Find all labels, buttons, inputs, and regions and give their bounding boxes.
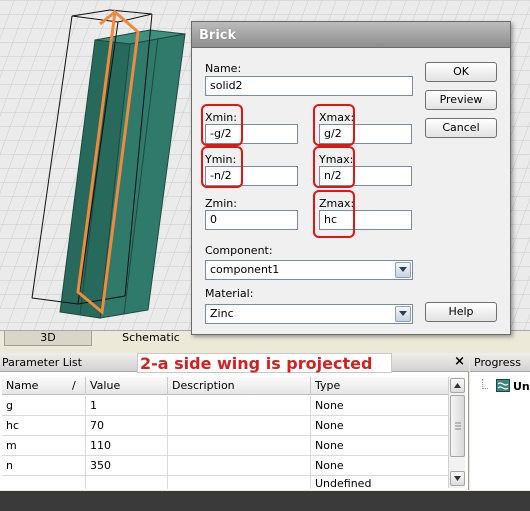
status-bar	[0, 491, 530, 511]
cell-description[interactable]	[168, 456, 311, 476]
parameter-list-panel: Parameter List × 2-a side wing is projec…	[0, 353, 469, 490]
cell-name[interactable]: m	[2, 436, 86, 456]
dialog-title: Brick	[199, 28, 237, 43]
table-row[interactable]: m 110 None	[2, 436, 448, 456]
tree-connector	[482, 379, 488, 389]
column-header-name[interactable]: Name /	[2, 377, 86, 395]
name-field[interactable]: solid2	[205, 76, 413, 96]
preview-button[interactable]: Preview	[425, 90, 497, 110]
dialog-titlebar[interactable]: Brick	[192, 22, 510, 48]
scrollbar-thumb[interactable]	[450, 395, 465, 457]
cell-description[interactable]	[168, 416, 311, 436]
cell-value[interactable]: 1	[86, 396, 168, 416]
table-row[interactable]: hc 70 None	[2, 416, 448, 436]
table-row[interactable]: Undefined	[2, 476, 448, 489]
cell-description[interactable]	[168, 476, 311, 489]
cell-type[interactable]: None	[311, 436, 448, 456]
table-row[interactable]: g 1 None	[2, 396, 448, 416]
progress-item-label[interactable]: Un	[513, 380, 530, 393]
material-select[interactable]: Zinc	[205, 304, 413, 324]
cell-name[interactable]	[2, 476, 86, 489]
cell-description[interactable]	[168, 436, 311, 456]
help-button[interactable]: Help	[425, 302, 497, 322]
zmin-field[interactable]: 0	[205, 210, 298, 230]
progress-panel: Progress Un	[470, 353, 530, 490]
column-header-type[interactable]: Type	[311, 377, 448, 395]
progress-header: Progress	[470, 353, 530, 372]
cell-description[interactable]	[168, 396, 311, 416]
column-header-value[interactable]: Value	[86, 377, 168, 395]
cell-value[interactable]	[86, 476, 168, 489]
cell-value[interactable]: 110	[86, 436, 168, 456]
xmax-highlight	[313, 104, 355, 146]
cell-type[interactable]: None	[311, 416, 448, 436]
cell-name[interactable]: hc	[2, 416, 86, 436]
vertical-scrollbar[interactable]	[448, 377, 465, 488]
ymin-highlight	[201, 146, 243, 188]
cell-value[interactable]: 70	[86, 416, 168, 436]
cell-type[interactable]: None	[311, 456, 448, 476]
chevron-down-icon[interactable]	[395, 306, 411, 322]
annotation-text: 2-a side wing is projected	[137, 353, 392, 373]
component-select[interactable]: component1	[205, 260, 413, 280]
progress-title: Progress	[474, 356, 521, 369]
component-label: Component:	[205, 244, 273, 257]
column-header-description[interactable]: Description	[168, 377, 311, 395]
material-value: Zinc	[210, 307, 234, 320]
tab-schematic[interactable]: Schematic	[96, 331, 206, 346]
chevron-down-icon[interactable]	[395, 262, 411, 278]
solver-icon	[496, 379, 510, 392]
scroll-up-icon[interactable]	[450, 378, 465, 393]
cell-value[interactable]: 350	[86, 456, 168, 476]
ymax-highlight	[313, 146, 355, 188]
xmin-highlight	[201, 104, 243, 146]
ok-button[interactable]: OK	[425, 62, 497, 82]
name-label: Name:	[205, 62, 242, 75]
parameter-list-title: Parameter List	[2, 356, 82, 369]
sort-indicator: /	[72, 379, 76, 392]
zmax-highlight	[313, 190, 355, 238]
scroll-down-icon[interactable]	[450, 471, 465, 486]
zmin-label: Zmin:	[205, 197, 237, 210]
parameter-table-header: Name / Value Description Type	[2, 377, 448, 395]
cell-name[interactable]: g	[2, 396, 86, 416]
material-label: Material:	[205, 287, 254, 300]
cell-type[interactable]: Undefined	[311, 478, 448, 490]
brick-dialog: Brick Name: solid2 Xmin: -g/2 Xmax: g/2 …	[191, 21, 511, 335]
cell-name[interactable]: n	[2, 456, 86, 476]
cell-type[interactable]: None	[311, 396, 448, 416]
table-row[interactable]: n 350 None	[2, 456, 448, 476]
tab-3d[interactable]: 3D	[4, 331, 92, 346]
close-icon[interactable]: ×	[454, 354, 465, 369]
component-value: component1	[210, 263, 280, 276]
cancel-button[interactable]: Cancel	[425, 118, 497, 138]
